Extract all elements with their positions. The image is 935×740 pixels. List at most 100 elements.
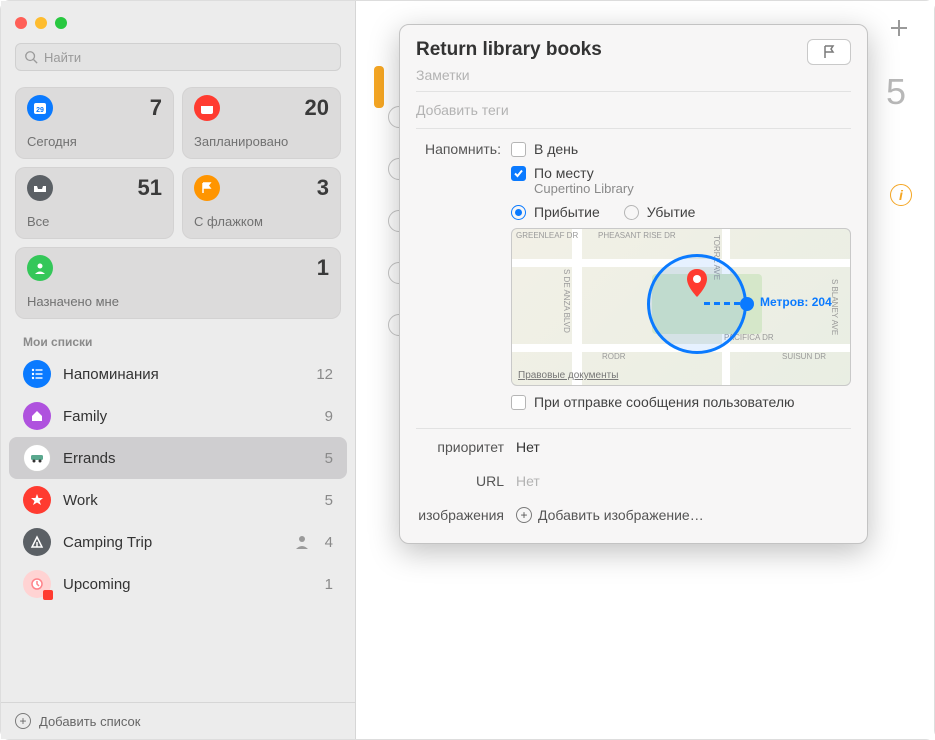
add-reminder-button[interactable]	[888, 17, 910, 39]
tags-field[interactable]: Добавить теги	[416, 98, 851, 129]
inspector-panel: Return library books Заметки Добавить те…	[399, 24, 868, 544]
radio[interactable]	[624, 205, 639, 220]
lists: Напоминания 12 Family 9 Errands 5 Work 5…	[1, 353, 355, 605]
zoom-window[interactable]	[55, 17, 67, 29]
list-count: 4	[325, 534, 333, 551]
search-icon	[24, 50, 38, 64]
car-icon	[23, 444, 51, 472]
card-count: 1	[317, 255, 329, 281]
location-name: Cupertino Library	[534, 181, 851, 196]
priority-value: Нет	[516, 439, 540, 455]
images-label: изображения	[416, 507, 504, 523]
close-window[interactable]	[15, 17, 27, 29]
notes-field[interactable]: Заметки	[416, 67, 851, 92]
add-list-label: Добавить список	[39, 714, 140, 729]
flag-button[interactable]	[807, 39, 851, 65]
list-count: 1	[325, 576, 333, 593]
arriving-label: Прибытие	[534, 204, 600, 220]
images-row: изображения + Добавить изображение…	[416, 501, 851, 529]
location-map[interactable]: GREENLEAF DR PHEASANT RISE DR S DE ANZA …	[511, 228, 851, 386]
list-errands[interactable]: Errands 5	[9, 437, 347, 479]
url-label: URL	[416, 473, 504, 489]
list-total-count: 5	[886, 71, 906, 113]
on-day-option[interactable]: В день	[511, 141, 851, 157]
by-location-label: По месту	[534, 165, 594, 181]
list-count: 9	[325, 408, 333, 425]
minimize-window[interactable]	[35, 17, 47, 29]
flag-icon	[194, 175, 220, 201]
list-count: 5	[325, 492, 333, 509]
card-count: 3	[317, 175, 329, 201]
plus-icon: +	[15, 713, 31, 729]
arriving-radio[interactable]: Прибытие	[511, 204, 600, 220]
search-input[interactable]: Найти	[15, 43, 341, 71]
legal-link[interactable]: Правовые документы	[518, 370, 618, 381]
person-icon	[27, 255, 53, 281]
card-count: 7	[150, 95, 162, 121]
list-work[interactable]: Work 5	[9, 479, 347, 521]
by-location-option[interactable]: По месту	[511, 165, 851, 181]
card-scheduled[interactable]: 20 Запланировано	[182, 87, 341, 159]
list-count: 12	[316, 366, 333, 383]
map-pin-icon	[687, 269, 707, 297]
on-message-option[interactable]: При отправке сообщения пользователю	[511, 394, 851, 410]
list-count: 5	[325, 450, 333, 467]
list-name: Family	[63, 408, 313, 425]
card-assigned[interactable]: 1 Назначено мне	[15, 247, 341, 319]
clock-icon	[23, 570, 51, 598]
leaving-label: Убытие	[647, 204, 696, 220]
list-camping[interactable]: Camping Trip 4	[9, 521, 347, 563]
priority-row[interactable]: приоритет Нет	[416, 428, 851, 461]
url-row[interactable]: URL Нет	[416, 467, 851, 495]
calendar-icon	[194, 95, 220, 121]
on-message-label: При отправке сообщения пользователю	[534, 394, 795, 410]
card-all[interactable]: 51 Все	[15, 167, 174, 239]
add-list-button[interactable]: + Добавить список	[1, 702, 355, 739]
shared-icon	[293, 533, 311, 551]
checkbox-checked[interactable]	[511, 166, 526, 181]
card-flagged[interactable]: 3 С флажком	[182, 167, 341, 239]
sidebar: Найти 29 7 Сегодня 20 Запланировано 51 В…	[1, 1, 356, 739]
info-button[interactable]: i	[890, 184, 912, 206]
reminder-title[interactable]: Return library books	[416, 39, 851, 61]
priority-label: приоритет	[416, 439, 504, 455]
radius-handle[interactable]	[740, 297, 754, 311]
plus-icon: +	[516, 507, 532, 523]
on-day-label: В день	[534, 141, 578, 157]
list-name: Errands	[63, 450, 313, 467]
window-controls	[1, 9, 355, 37]
radio-selected[interactable]	[511, 205, 526, 220]
remind-label: Напомнить:	[416, 141, 501, 410]
smart-cards: 29 7 Сегодня 20 Запланировано 51 Все 3	[1, 77, 355, 319]
list-reminders[interactable]: Напоминания 12	[9, 353, 347, 395]
list-upcoming[interactable]: Upcoming 1	[9, 563, 347, 605]
star-icon	[23, 486, 51, 514]
tray-icon	[27, 175, 53, 201]
card-label: Назначено мне	[27, 294, 329, 309]
url-value: Нет	[516, 473, 540, 489]
add-image-label: Добавить изображение…	[538, 507, 704, 523]
remind-section: Напомнить: В день По месту Cupertino Lib…	[416, 135, 851, 416]
add-image-button[interactable]: + Добавить изображение…	[516, 507, 704, 523]
list-name: Work	[63, 492, 313, 509]
svg-text:29: 29	[36, 107, 44, 114]
checkbox[interactable]	[511, 142, 526, 157]
list-bullet-icon	[23, 360, 51, 388]
card-count: 51	[138, 175, 162, 201]
list-family[interactable]: Family 9	[9, 395, 347, 437]
card-label: С флажком	[194, 214, 329, 229]
leaving-radio[interactable]: Убытие	[624, 204, 696, 220]
card-label: Запланировано	[194, 134, 329, 149]
my-lists-title: Мои списки	[1, 319, 355, 353]
arrive-leave-group: Прибытие Убытие	[511, 204, 851, 220]
selected-item-indicator	[374, 66, 384, 108]
checkbox[interactable]	[511, 395, 526, 410]
list-name: Upcoming	[63, 576, 313, 593]
card-label: Сегодня	[27, 134, 162, 149]
search-placeholder: Найти	[44, 50, 81, 65]
list-name: Напоминания	[63, 366, 304, 383]
card-count: 20	[305, 95, 329, 121]
home-icon	[23, 402, 51, 430]
card-today[interactable]: 29 7 Сегодня	[15, 87, 174, 159]
calendar-today-icon: 29	[27, 95, 53, 121]
